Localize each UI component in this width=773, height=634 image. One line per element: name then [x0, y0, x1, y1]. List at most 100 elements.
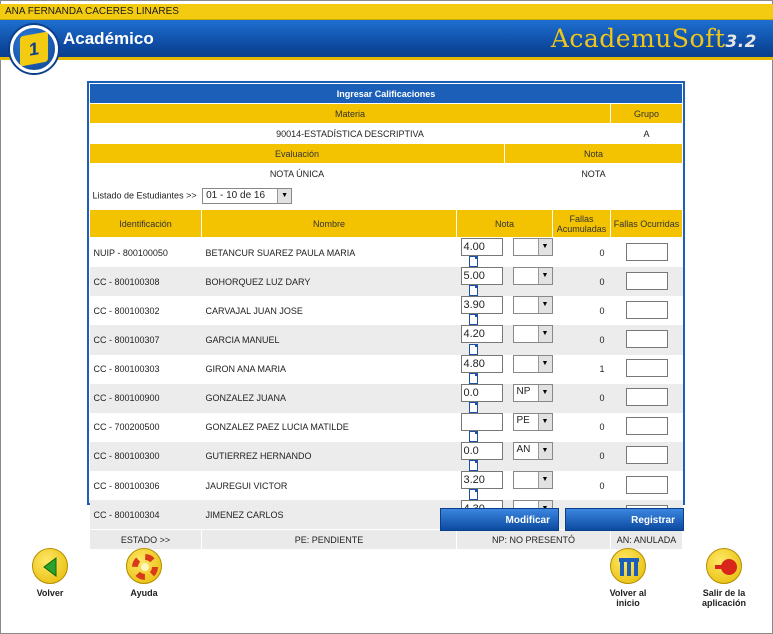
nota-input[interactable]: 0.0: [460, 383, 503, 402]
nota-input[interactable]: 5.00: [460, 267, 503, 286]
student-id: CC - 800100300: [89, 441, 202, 471]
estado-value: PE: [516, 414, 530, 426]
document-icon[interactable]: [468, 285, 478, 297]
student-name: BETANCUR SUAREZ PAULA MARIA: [205, 247, 356, 258]
student-name: GIRON ANA MARIA: [205, 364, 287, 375]
panel-caption: Ingresar Calificaciones: [89, 83, 683, 104]
legend-np: NP: NO PRESENTÓ: [456, 529, 611, 551]
brand-version: 3.2: [725, 32, 757, 52]
document-icon[interactable]: [468, 401, 478, 413]
estado-select[interactable]: ▼: [512, 325, 553, 344]
nota-header: Nota: [503, 143, 684, 164]
nota-input[interactable]: 4.00: [460, 238, 503, 256]
student-name: JIMENEZ CARLOS: [201, 500, 457, 530]
document-icon[interactable]: [468, 460, 478, 471]
nota-input[interactable]: 4.20: [460, 325, 503, 344]
home-icon: [610, 548, 646, 584]
nota-value: NOTA: [581, 168, 606, 179]
volver-button[interactable]: Volver: [20, 548, 80, 598]
salir-button[interactable]: Salir de la aplicación: [693, 548, 755, 608]
registrar-button[interactable]: Registrar: [565, 508, 684, 531]
nota-input[interactable]: 4.80: [460, 354, 503, 373]
estado-select[interactable]: NP ▼: [512, 383, 553, 402]
grades-table: Ingresar Calificaciones Materia Grupo 90…: [89, 83, 684, 551]
fallas-acumuladas: 0: [552, 383, 611, 413]
table-row: CC - 700200500 GONZALEZ PAEZ LUCIA MATILD…: [90, 412, 683, 442]
estado-select[interactable]: ▼: [512, 471, 553, 489]
user-name: ANA FERNANDA CACERES LINARES: [5, 6, 179, 17]
fallas-acumuladas: 0: [599, 247, 605, 258]
fallas-acumuladas: 0: [599, 480, 605, 491]
legend-estado: ESTADO >>: [89, 529, 202, 551]
col-id-header: Identificación: [89, 209, 202, 238]
fallas-ocurridas-input[interactable]: [625, 417, 668, 436]
estado-select[interactable]: ▼: [512, 296, 553, 315]
volver-inicio-button[interactable]: Volver al inicio: [598, 548, 658, 608]
chevron-down-icon: ▼: [537, 472, 552, 488]
student-name: GONZALEZ JUANA: [201, 383, 457, 413]
col-nota-header: Nota: [456, 209, 553, 238]
fallas-acumuladas: 0: [552, 441, 611, 471]
student-name: CARVAJAL JUAN JOSE: [205, 305, 303, 316]
student-id: CC - 800100900: [89, 383, 202, 413]
student-id: CC - 800100308: [89, 267, 202, 297]
legend-pe: PE: PENDIENTE: [201, 529, 457, 551]
document-icon[interactable]: [468, 256, 478, 268]
estado-select[interactable]: AN ▼: [512, 441, 553, 460]
student-name: GUTIERREZ HERNANDO: [201, 441, 457, 471]
fallas-acumuladas: 1: [599, 364, 605, 375]
student-id: CC - 800100304: [89, 500, 202, 530]
fallas-ocurridas-input[interactable]: [625, 300, 668, 319]
fallas-ocurridas-input[interactable]: [625, 329, 668, 348]
col-fallas-ocur-header: Fallas Ocurridas: [610, 209, 683, 238]
nota-input[interactable]: 0.0: [460, 441, 503, 460]
document-icon[interactable]: [468, 489, 478, 501]
modificar-button[interactable]: Modificar: [440, 508, 559, 531]
chevron-down-icon: ▼: [537, 268, 552, 285]
chevron-down-icon: ▼: [537, 326, 552, 343]
fallas-ocurridas-input[interactable]: [625, 242, 668, 261]
student-name: GARCIA MANUEL: [201, 325, 457, 355]
chevron-down-icon: ▼: [537, 297, 552, 314]
materia-value: 90014-ESTADÍSTICA DESCRIPTIVA: [276, 128, 424, 139]
table-row: CC - 800100308 BOHORQUEZ LUZ DARY 5.00 ▼ 0: [89, 267, 683, 297]
table-row: CC - 800100900 GONZALEZ JUANA 0.0 NP ▼ 0: [89, 383, 683, 413]
estado-select[interactable]: PE ▼: [512, 412, 553, 431]
grupo-header: Grupo: [610, 103, 683, 124]
student-id: CC - 800100307: [89, 325, 202, 355]
fallas-ocurridas-input[interactable]: [625, 388, 668, 407]
fallas-ocurridas-input[interactable]: [625, 359, 668, 378]
grupo-value: A: [643, 128, 650, 139]
nota-input[interactable]: 3.20: [460, 471, 503, 489]
fallas-ocurridas-input[interactable]: [625, 271, 668, 290]
listado-label: Listado de Estudiantes >>: [92, 190, 197, 201]
chevron-down-icon: ▼: [537, 442, 552, 459]
student-name: GONZALEZ PAEZ LUCIA MATILDE: [205, 422, 349, 433]
student-id: CC - 800100302: [93, 305, 160, 316]
listado-select[interactable]: 01 - 10 de 16 ▼: [202, 188, 293, 205]
document-icon[interactable]: [468, 372, 478, 384]
fallas-acumuladas: 0: [552, 267, 611, 297]
document-icon[interactable]: [468, 343, 478, 355]
table-row: NUIP - 800100050 BETANCUR SUAREZ PAULA MA…: [90, 238, 683, 268]
nota-input[interactable]: [460, 412, 503, 431]
fallas-ocurridas-input[interactable]: [625, 446, 668, 465]
nota-input[interactable]: 3.90: [460, 296, 503, 315]
document-icon[interactable]: [468, 430, 478, 442]
student-id: CC - 700200500: [93, 422, 160, 433]
student-rows: NUIP - 800100050 BETANCUR SUAREZ PAULA MA…: [89, 238, 683, 530]
student-name: JAUREGUI VICTOR: [205, 480, 288, 491]
document-icon[interactable]: [468, 314, 478, 326]
listado-row: Listado de Estudiantes >> 01 - 10 de 16 ▼: [90, 184, 683, 210]
table-row: CC - 800100302 CARVAJAL JUAN JOSE 3.90 ▼ 0: [90, 296, 683, 326]
estado-select[interactable]: ▼: [512, 354, 553, 373]
fallas-ocurridas-input[interactable]: [625, 475, 668, 494]
estado-select[interactable]: ▼: [512, 238, 553, 256]
ayuda-button[interactable]: Ayuda: [114, 548, 174, 598]
academico-logo-icon: 1: [10, 25, 58, 73]
table-row: CC - 800100306 JAUREGUI VICTOR 3.20 ▼ 0: [90, 471, 683, 501]
student-name: BOHORQUEZ LUZ DARY: [201, 267, 457, 297]
col-name-header: Nombre: [201, 209, 457, 238]
chevron-down-icon: ▼: [537, 239, 552, 255]
estado-select[interactable]: ▼: [512, 267, 553, 286]
